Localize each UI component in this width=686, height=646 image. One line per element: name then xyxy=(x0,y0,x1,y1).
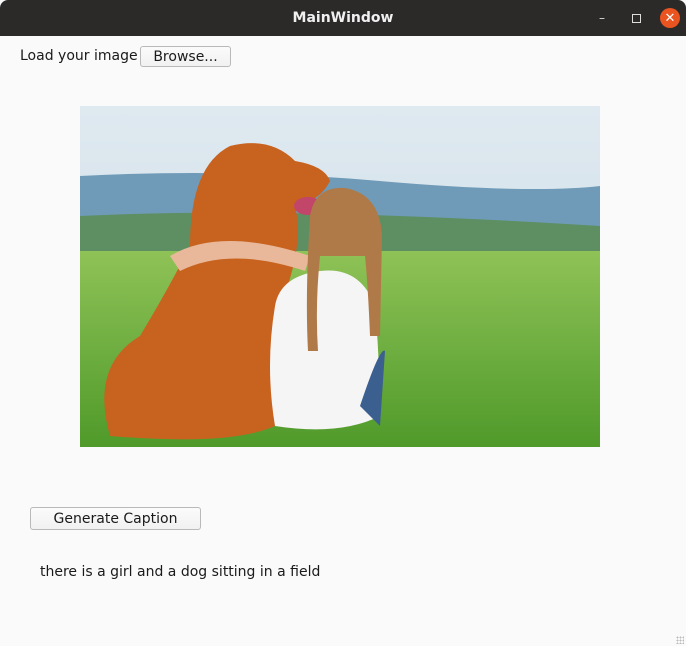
close-button[interactable]: ✕ xyxy=(660,8,680,28)
minimize-icon: – xyxy=(599,11,605,25)
loaded-image xyxy=(80,106,600,447)
maximize-button[interactable] xyxy=(626,8,646,28)
generate-caption-button[interactable]: Generate Caption xyxy=(30,507,201,530)
resize-grip[interactable] xyxy=(676,636,684,644)
maximize-icon xyxy=(631,13,641,23)
title-bar: MainWindow – ✕ xyxy=(0,0,686,36)
load-image-label: Load your image xyxy=(20,48,138,64)
caption-text: there is a girl and a dog sitting in a f… xyxy=(40,564,321,580)
close-icon: ✕ xyxy=(664,10,676,26)
browse-button[interactable]: Browse... xyxy=(140,46,231,67)
window-title: MainWindow xyxy=(292,10,394,26)
minimize-button[interactable]: – xyxy=(592,8,612,28)
